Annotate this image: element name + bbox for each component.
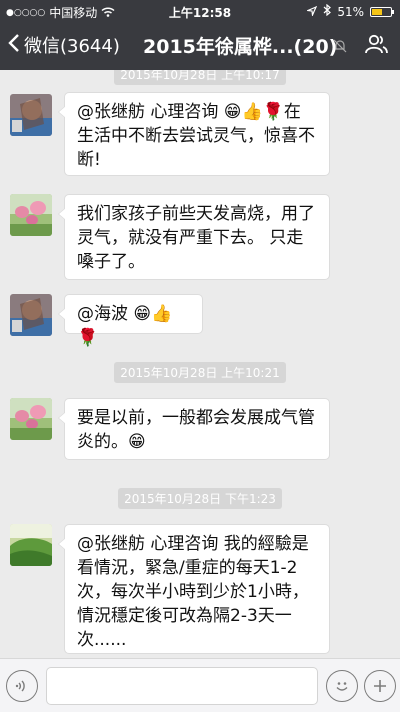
avatar[interactable] <box>10 94 52 136</box>
input-bar <box>0 658 400 712</box>
back-button[interactable]: 微信(3644) <box>8 32 120 58</box>
chat-area[interactable]: 2015年10月28日 上午10:17 @张继舫 心理咨询 😁👍🌹在生活中不断去… <box>0 70 400 658</box>
message-text: @张继舫 心理咨询 😁👍🌹在生活中不断去尝试灵气，惊喜不断! <box>77 102 315 170</box>
message-bubble[interactable]: 要是以前，一般都会发展成气管炎的。😁 <box>58 398 330 460</box>
message-bubble[interactable]: @张继舫 心理咨询 😁👍🌹在生活中不断去尝试灵气，惊喜不断! <box>58 92 330 176</box>
message-bubble[interactable]: @张继舫 心理咨询 我的經驗是看情況，緊急/重症的每天1-2次，每次半小時到少於… <box>58 524 330 654</box>
emoji-icon[interactable] <box>326 670 358 702</box>
message-text: @海波 😁👍🌹 <box>77 304 173 348</box>
avatar[interactable] <box>10 194 52 236</box>
location-icon <box>306 5 318 19</box>
avatar[interactable] <box>10 294 52 336</box>
voice-icon[interactable] <box>6 670 38 702</box>
avatar[interactable] <box>10 524 52 566</box>
plus-icon[interactable] <box>364 670 396 702</box>
timestamp: 2015年10月28日 下午1:23 <box>0 488 400 509</box>
chat-title: 2015年徐属桦...(20) <box>143 36 338 58</box>
back-label: 微信(3644) <box>24 36 120 57</box>
message-bubble[interactable]: 我们家孩子前些天发高烧，用了灵气，就没有严重下去。 只走嗓子了。 <box>58 194 330 280</box>
message-text: 我们家孩子前些天发高烧，用了灵气，就没有严重下去。 只走嗓子了。 <box>77 204 315 272</box>
battery-percent: 51% <box>337 4 364 19</box>
timestamp: 2015年10月28日 上午10:17 <box>0 70 400 85</box>
bluetooth-icon <box>323 3 332 19</box>
group-members-icon[interactable] <box>364 34 388 58</box>
message-bubble[interactable]: @海波 😁👍🌹 <box>58 294 203 348</box>
nav-bar: 微信(3644) 2015年徐属桦...(20) <box>0 22 400 70</box>
top-bar: ●○○○○ 中国移动 上午12:58 51% 微信(3644) 2015年徐属桦… <box>0 0 400 70</box>
avatar[interactable] <box>10 398 52 440</box>
message-input[interactable] <box>46 667 318 705</box>
message-text: @张继舫 心理咨询 我的經驗是看情況，緊急/重症的每天1-2次，每次半小時到少於… <box>77 534 309 650</box>
status-bar: ●○○○○ 中国移动 上午12:58 51% <box>0 0 400 22</box>
chevron-left-icon <box>8 33 20 58</box>
message-text: 要是以前，一般都会发展成气管炎的。😁 <box>77 408 315 452</box>
battery-icon <box>370 6 394 17</box>
timestamp: 2015年10月28日 上午10:21 <box>0 362 400 383</box>
mute-bell-icon <box>333 38 347 57</box>
